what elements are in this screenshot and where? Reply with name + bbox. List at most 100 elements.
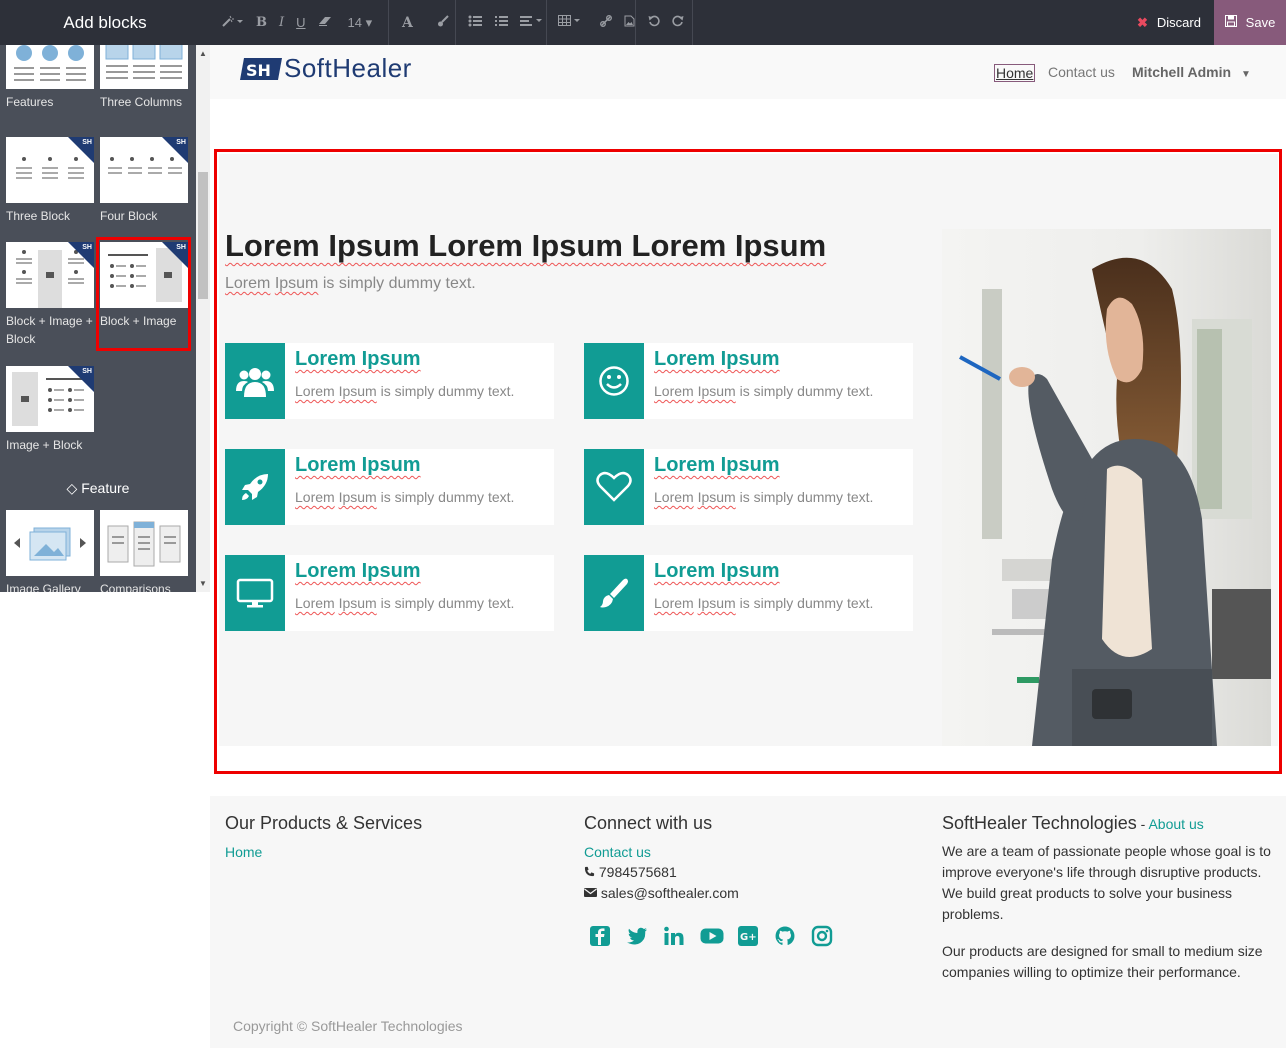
table-dropdown[interactable] xyxy=(558,15,582,30)
paintbrush-icon[interactable] xyxy=(437,15,449,30)
section-title[interactable]: Lorem Ipsum Lorem Ipsum Lorem Ipsum xyxy=(225,228,826,264)
toolbar-separator xyxy=(455,0,456,45)
feature-card[interactable]: Lorem Ipsum Lorem Ipsum is simply dummy … xyxy=(225,555,554,631)
footer-phone: 7984575681 xyxy=(584,862,677,883)
footer-connect-heading: Connect with us xyxy=(584,813,713,833)
feature-card[interactable]: Lorem Ipsum Lorem Ipsum is simply dummy … xyxy=(225,343,554,419)
footer-home-link[interactable]: Home xyxy=(225,844,262,860)
undo-icon[interactable] xyxy=(648,15,660,30)
block-four-block[interactable]: SH Four Block xyxy=(100,137,188,225)
card-description[interactable]: Lorem Ipsum is simply dummy text. xyxy=(654,595,873,611)
rocket-icon xyxy=(225,449,285,525)
google-plus-icon[interactable]: G+ xyxy=(737,925,774,947)
softhealer-logo[interactable]: SH SoftHealer xyxy=(240,53,412,84)
feature-card[interactable]: Lorem Ipsum Lorem Ipsum is simply dummy … xyxy=(584,555,913,631)
block-image-gallery[interactable]: Image Gallery xyxy=(6,510,94,592)
add-blocks-panel: Add blocks Features Three Columns SH Thr… xyxy=(0,0,210,592)
block-features[interactable]: Features xyxy=(6,45,94,111)
font-size-dropdown[interactable]: 14 ▾ xyxy=(348,15,373,31)
nav-contact-link[interactable]: Contact us xyxy=(1048,64,1115,80)
softhealer-badge: SH xyxy=(68,137,94,163)
section-photo[interactable] xyxy=(942,229,1271,746)
font-color-icon[interactable]: A xyxy=(402,15,413,31)
toolbar-insert-group xyxy=(558,0,647,45)
card-title[interactable]: Lorem Ipsum xyxy=(295,454,421,477)
card-title[interactable]: Lorem Ipsum xyxy=(654,560,780,583)
footer-about-link[interactable]: About us xyxy=(1148,816,1203,832)
bold-icon[interactable]: B xyxy=(256,15,267,30)
discard-button[interactable]: ✖ Discard xyxy=(1124,0,1214,45)
block-thumbnail xyxy=(6,45,94,89)
footer-contact-link[interactable]: Contact us xyxy=(584,844,651,860)
toolbar-style-group: B I U 14 ▾ xyxy=(222,0,384,45)
redo-icon[interactable] xyxy=(672,15,684,30)
block-thumbnail xyxy=(100,510,188,576)
nav-home-link[interactable]: Home xyxy=(994,64,1036,82)
instagram-icon[interactable] xyxy=(811,925,848,947)
footer-about-text: We are a team of passionate people whose… xyxy=(942,843,1271,922)
footer-about-text-2: Our products are designed for small to m… xyxy=(942,943,1263,980)
feature-card[interactable]: Lorem Ipsum Lorem Ipsum is simply dummy … xyxy=(584,449,913,525)
block-three-columns[interactable]: Three Columns xyxy=(100,45,188,111)
block-label: Block + Image + Block xyxy=(6,314,93,346)
card-description[interactable]: Lorem Ipsum is simply dummy text. xyxy=(295,595,514,611)
block-three-block[interactable]: SH Three Block xyxy=(6,137,94,225)
feature-card[interactable]: Lorem Ipsum Lorem Ipsum is simply dummy … xyxy=(584,343,913,419)
svg-text:SH: SH xyxy=(246,61,271,80)
card-title[interactable]: Lorem Ipsum xyxy=(654,454,780,477)
toolbar-paragraph-group xyxy=(468,0,556,45)
block-label: Image Gallery xyxy=(6,582,81,592)
card-description[interactable]: Lorem Ipsum is simply dummy text. xyxy=(654,489,873,505)
card-title[interactable]: Lorem Ipsum xyxy=(295,348,421,371)
diamond-icon: ◇ xyxy=(66,480,78,496)
sidebar-scrollbar[interactable]: ▲ ▼ xyxy=(196,45,210,592)
envelope-icon xyxy=(584,885,601,901)
block-thumbnail: SH xyxy=(6,137,94,203)
toolbar-separator xyxy=(692,0,693,45)
link-icon[interactable] xyxy=(600,15,612,30)
block-thumbnail: SH xyxy=(100,137,188,203)
save-button[interactable]: Save xyxy=(1214,0,1286,45)
block-block-image-block[interactable]: SH Block + Image + Block xyxy=(6,242,94,348)
align-dropdown[interactable] xyxy=(520,15,544,30)
block-comparisons[interactable]: Comparisons xyxy=(100,510,188,592)
facebook-icon[interactable] xyxy=(589,925,626,947)
linkedin-icon[interactable] xyxy=(663,925,700,947)
block-label: Image + Block xyxy=(6,438,83,452)
softhealer-badge: SH xyxy=(68,366,94,392)
scroll-up-icon[interactable]: ▲ xyxy=(199,49,207,58)
italic-icon[interactable]: I xyxy=(279,15,284,30)
block-thumbnail xyxy=(6,510,94,576)
toolbar-separator xyxy=(635,0,636,45)
footer-email[interactable]: sales@softhealer.com xyxy=(584,883,739,904)
github-icon[interactable] xyxy=(774,925,811,947)
card-title[interactable]: Lorem Ipsum xyxy=(295,560,421,583)
twitter-icon[interactable] xyxy=(626,925,663,947)
softhealer-badge: SH xyxy=(68,242,94,268)
section-heading-feature: ◇ Feature xyxy=(66,480,130,496)
toolbar-color-group: A xyxy=(402,0,461,45)
feature-card[interactable]: Lorem Ipsum Lorem Ipsum is simply dummy … xyxy=(225,449,554,525)
underline-icon[interactable]: U xyxy=(296,15,305,30)
magic-wand-icon[interactable] xyxy=(222,15,244,30)
toolbar-history-group xyxy=(648,0,696,45)
user-menu[interactable]: Mitchell Admin ▼ xyxy=(1132,64,1251,80)
smile-icon xyxy=(584,343,644,419)
eraser-icon[interactable] xyxy=(318,15,332,30)
image-icon[interactable] xyxy=(624,15,635,30)
scrollbar-thumb[interactable] xyxy=(198,172,208,299)
block-thumbnail: SH xyxy=(6,242,94,308)
footer-company-heading: SoftHealer Technologies - About us xyxy=(942,813,1204,833)
section-subtitle[interactable]: Lorem Ipsum is simply dummy text. xyxy=(225,275,476,293)
scroll-down-icon[interactable]: ▼ xyxy=(199,579,207,588)
unordered-list-icon[interactable] xyxy=(468,15,482,30)
card-description[interactable]: Lorem Ipsum is simply dummy text. xyxy=(295,383,514,399)
youtube-icon[interactable] xyxy=(700,925,737,947)
card-description[interactable]: Lorem Ipsum is simply dummy text. xyxy=(295,489,514,505)
block-label: Three Columns xyxy=(100,95,183,109)
card-description[interactable]: Lorem Ipsum is simply dummy text. xyxy=(654,383,873,399)
block-image-block[interactable]: SH Image + Block xyxy=(6,366,94,454)
ordered-list-icon[interactable] xyxy=(494,15,508,30)
card-title[interactable]: Lorem Ipsum xyxy=(654,348,780,371)
heart-icon xyxy=(584,449,644,525)
